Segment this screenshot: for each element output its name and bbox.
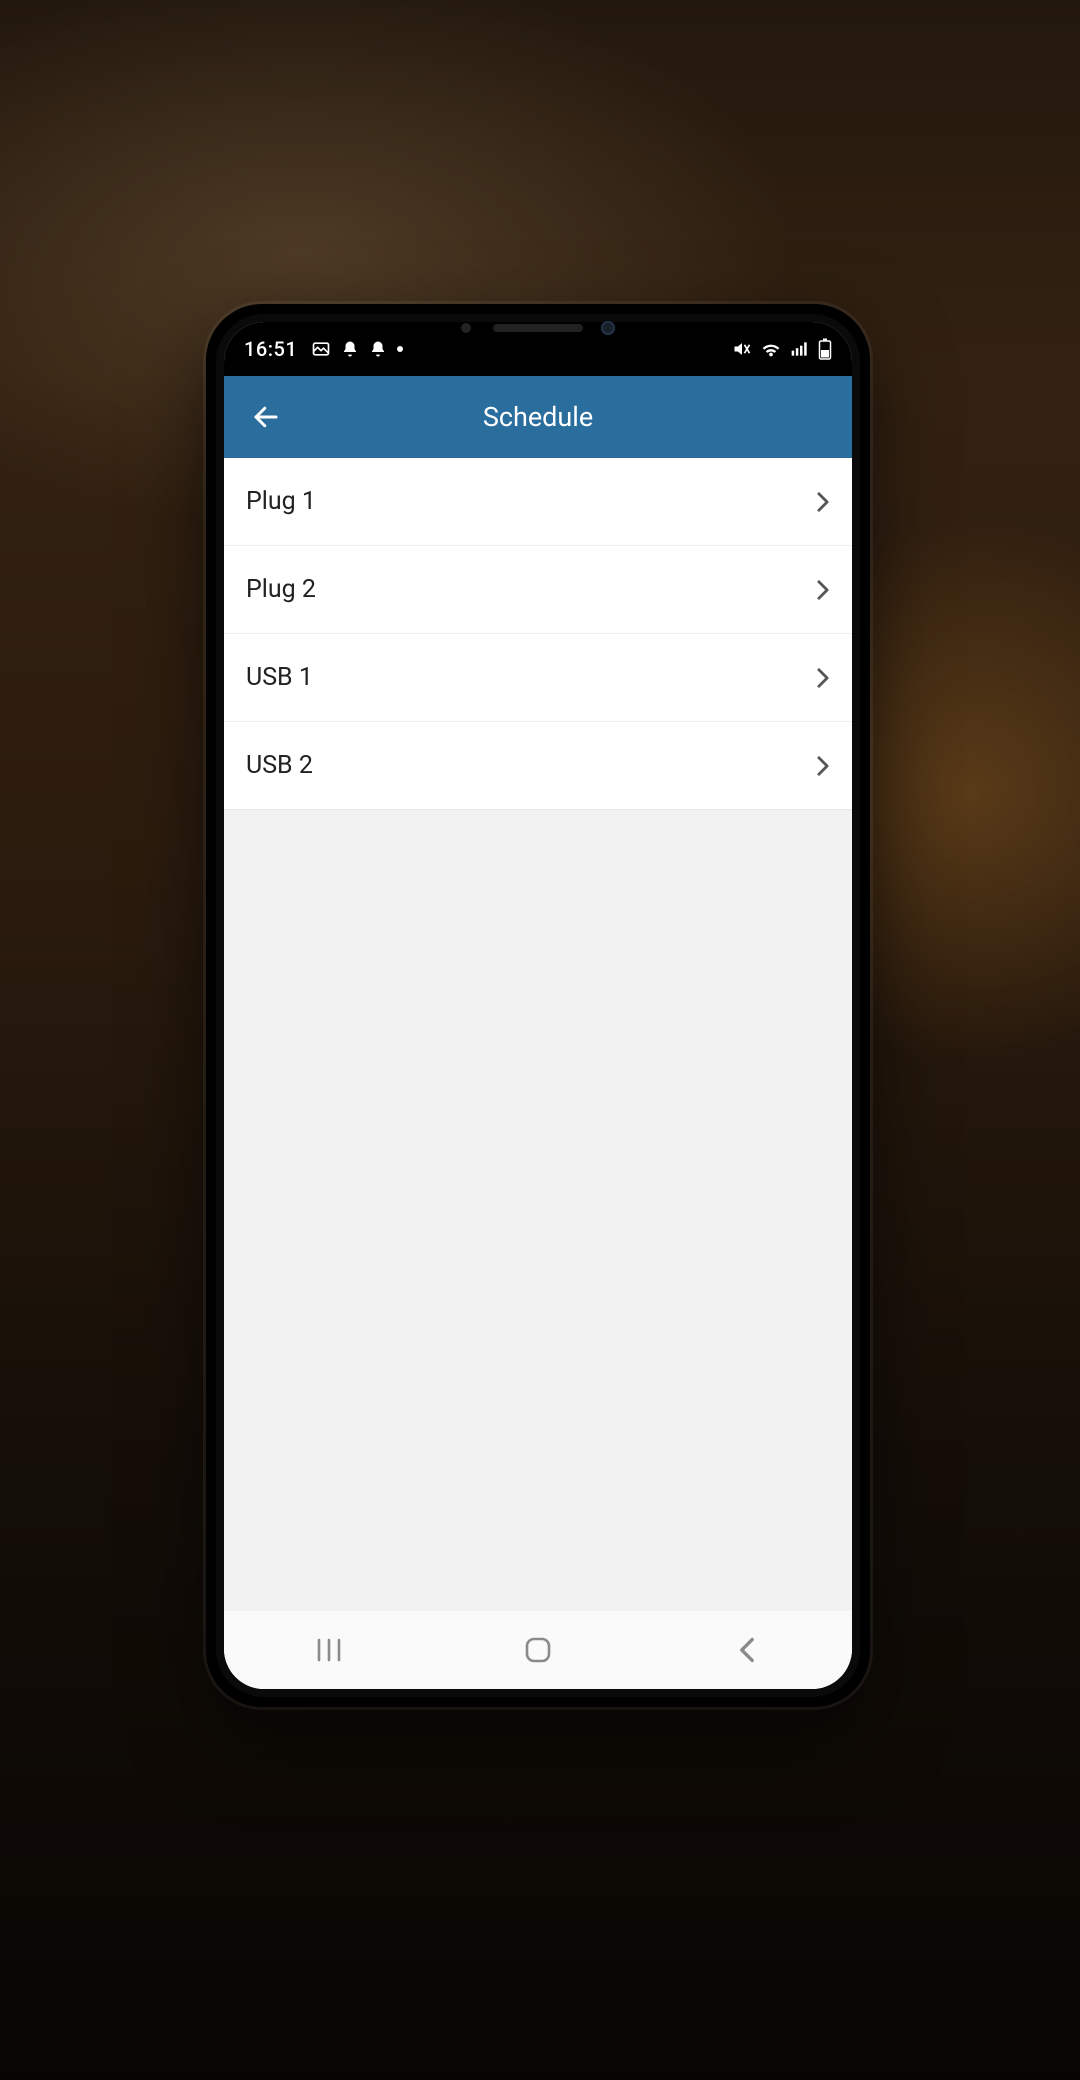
- wifi-icon: [760, 338, 782, 360]
- chevron-right-icon: [816, 755, 830, 777]
- phone-frame: 16:51: [206, 304, 870, 1707]
- image-icon: [311, 339, 331, 359]
- app-bar: Schedule: [224, 376, 852, 458]
- list-item-label: USB 2: [246, 751, 313, 780]
- signal-icon: [790, 339, 810, 359]
- empty-content-area: [224, 810, 852, 1611]
- back-nav-button[interactable]: [687, 1637, 807, 1663]
- list-item-plug-2[interactable]: Plug 2: [224, 546, 852, 634]
- status-clock: 16:51: [244, 337, 297, 361]
- list-item-usb-2[interactable]: USB 2: [224, 722, 852, 810]
- chevron-right-icon: [816, 579, 830, 601]
- phone-sensors: [388, 318, 688, 338]
- notification-bell-icon: [341, 340, 359, 358]
- chevron-right-icon: [816, 491, 830, 513]
- list-item-usb-1[interactable]: USB 1: [224, 634, 852, 722]
- notification-bell-icon: [369, 340, 387, 358]
- recents-icon: [314, 1637, 344, 1663]
- page-title: Schedule: [483, 401, 593, 433]
- list-item-label: USB 1: [246, 663, 313, 692]
- chevron-right-icon: [816, 667, 830, 689]
- more-notifications-dot-icon: [397, 346, 403, 352]
- battery-icon: [818, 338, 832, 360]
- android-navigation-bar: [224, 1611, 852, 1689]
- list-item-label: Plug 1: [246, 487, 316, 516]
- home-icon: [524, 1636, 552, 1664]
- list-item-label: Plug 2: [246, 575, 316, 604]
- back-button[interactable]: [238, 376, 294, 458]
- list-item-plug-1[interactable]: Plug 1: [224, 458, 852, 546]
- phone-screen: 16:51: [224, 322, 852, 1689]
- schedule-list: Plug 1 Plug 2 USB 1: [224, 458, 852, 810]
- back-nav-icon: [737, 1637, 757, 1663]
- home-button[interactable]: [478, 1636, 598, 1664]
- mute-vibrate-icon: [732, 339, 752, 359]
- arrow-left-icon: [251, 402, 281, 432]
- recents-button[interactable]: [269, 1637, 389, 1663]
